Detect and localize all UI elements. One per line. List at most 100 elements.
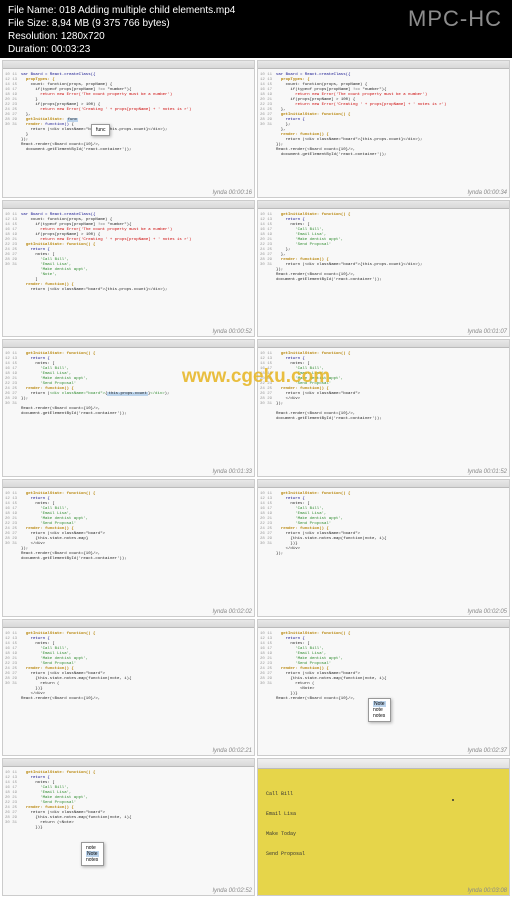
code-line: render: function() {: [26, 527, 74, 531]
code-line: 'Make dentist appt',: [295, 238, 343, 242]
code-editor: 10 11 12 13 14 15 16 17 18 19 20 21 22 2…: [258, 348, 509, 476]
filesize-value: 8,94 MB (9 375 766 bytes): [52, 18, 170, 29]
code-line: return new Error('The count property mus…: [295, 93, 427, 97]
code-line: document.getElementById('react-container…: [276, 417, 382, 421]
thumbnail-3[interactable]: 10 11 12 13 14 15 16 17 18 19 20 21 22 2…: [2, 200, 255, 338]
code-line: return (<div className="board">: [286, 392, 360, 396]
thumbnail-9[interactable]: 10 11 12 13 14 15 16 17 18 19 20 21 22 2…: [2, 619, 255, 757]
resolution-value: 1280x720: [61, 31, 105, 42]
cursor-icon: [452, 799, 454, 801]
code-line: return (<div className="board">: [286, 532, 360, 536]
timestamp: lynda 00:00:34: [468, 190, 507, 196]
tooltip-item[interactable]: Note: [373, 701, 386, 707]
line-gutter: 10 11 12 13 14 15 16 17 18 19 20 21 22 2…: [5, 632, 17, 687]
code-line: if(props[propName] > 100) {: [290, 98, 355, 102]
code-editor: 10 11 12 13 14 15 16 17 18 19 20 21 22 2…: [3, 209, 254, 337]
code-line: 'Call Bill',: [40, 647, 69, 651]
code-line: propTypes: {: [26, 78, 55, 82]
code-line: 'Call Bill',: [295, 367, 324, 371]
code-line: if(typeof props[propName] !== "number"){: [290, 88, 386, 92]
editor-titlebar: [258, 340, 509, 348]
code-line: render: function() {: [26, 667, 74, 671]
code-line: return {: [286, 497, 305, 501]
code-editor: 10 11 12 13 14 15 16 17 18 19 20 21 22 2…: [258, 628, 509, 756]
editor-titlebar: [3, 480, 254, 488]
thumbnail-1[interactable]: 10 11 12 13 14 15 16 17 18 19 20 21 22 2…: [2, 60, 255, 198]
thumbnail-5[interactable]: 10 11 12 13 14 15 16 17 18 19 20 21 22 2…: [2, 339, 255, 477]
code-editor: 10 11 12 13 14 15 16 17 18 19 20 21 22 2…: [258, 488, 509, 616]
code-line: return {: [31, 497, 50, 501]
code-line: getInitialState: function() {: [26, 632, 96, 636]
autocomplete-tooltip[interactable]: Note note notes: [368, 698, 391, 722]
code-line: {this.state.notes.map(function(note, i){: [35, 677, 131, 681]
thumbnail-12[interactable]: Call Bill Email Lisa Make Today Send Pro…: [257, 758, 510, 896]
autocomplete-tooltip[interactable]: note Note notes: [81, 842, 104, 866]
code-line: {this.state.notes.map(function(note, i){: [290, 537, 386, 541]
line-gutter: 10 11 12 13 14 15 16 17 18 19 20 21 22 2…: [5, 771, 17, 826]
filename-value: 018 Adding multiple child elements.mp4: [59, 5, 235, 16]
code-line: render: function() {: [26, 283, 74, 287]
thumbnail-2[interactable]: 10 11 12 13 14 15 16 17 18 19 20 21 22 2…: [257, 60, 510, 198]
tooltip-item[interactable]: notes: [373, 713, 386, 719]
code-line: getInitialState: function() {: [26, 352, 96, 356]
code-line: getInitialState: function() {: [26, 771, 96, 775]
editor-titlebar: [258, 201, 509, 209]
code-line: 'Make dentist appt',: [40, 796, 88, 800]
code-line: var Board = React.createClass({: [21, 73, 95, 77]
line-gutter: 10 11 12 13 14 15 16 17 18 19 20 21 22 2…: [5, 352, 17, 407]
code-line: return (<div className="board">{this.pro…: [31, 392, 170, 396]
tooltip-item[interactable]: notes: [86, 857, 99, 863]
code-line: return {: [286, 118, 305, 122]
thumbnail-11[interactable]: 10 11 12 13 14 15 16 17 18 19 20 21 22 2…: [2, 758, 255, 896]
code-editor: 10 11 12 13 14 15 16 17 18 19 20 21 22 2…: [258, 69, 509, 197]
thumbnail-8[interactable]: 10 11 12 13 14 15 16 17 18 19 20 21 22 2…: [257, 479, 510, 617]
code-line: if(props[propName] > 100) {: [35, 103, 100, 107]
editor-titlebar: [258, 480, 509, 488]
code-line: propTypes: {: [281, 78, 310, 82]
editor-titlebar: [3, 61, 254, 69]
code-line: 'Email Lisa',: [40, 512, 71, 516]
thumbnail-7[interactable]: 10 11 12 13 14 15 16 17 18 19 20 21 22 2…: [2, 479, 255, 617]
code-line: render: function() {: [26, 387, 74, 391]
code-line: notes: [: [35, 781, 54, 785]
code-line: var Board = React.createClass({: [21, 213, 95, 217]
timestamp: lynda 00:00:52: [213, 329, 252, 335]
code-line: getInitialState: function() {: [281, 352, 351, 356]
code-line: getInitialState: function() {: [281, 492, 351, 496]
thumbnail-4[interactable]: 10 11 12 13 14 15 16 17 18 19 20 21 22 2…: [257, 200, 510, 338]
filesize-label: File Size:: [8, 18, 49, 29]
code-line: return (<div className="board">{this.pro…: [31, 288, 168, 292]
code-line: 'Email Lisa',: [295, 233, 326, 237]
thumbnail-6[interactable]: 10 11 12 13 14 15 16 17 18 19 20 21 22 2…: [257, 339, 510, 477]
code-editor: 10 11 12 13 14 15 16 17 18 19 20 21 22 2…: [3, 348, 254, 476]
code-line: return (<div className="board">: [31, 811, 105, 815]
code-line: return new Error('Creating ' + props[pro…: [40, 238, 191, 242]
thumbnail-10[interactable]: 10 11 12 13 14 15 16 17 18 19 20 21 22 2…: [257, 619, 510, 757]
code-line: {this.state.notes.map}: [35, 537, 88, 541]
code-line: notes: [: [35, 253, 54, 257]
code-line: React.render(<Board count={10}/>,: [276, 148, 355, 152]
autocomplete-tooltip[interactable]: func: [91, 124, 110, 136]
code-line: 'Call Bill',: [40, 786, 69, 790]
code-line: 'Make dentist appt',: [295, 657, 343, 661]
code-line: if(typeof props[propName] !== "number"){: [35, 88, 131, 92]
code-line: getInitialState: function() {: [26, 492, 96, 496]
code-line: render: function() {: [281, 387, 329, 391]
code-line: return {: [31, 776, 50, 780]
code-line: getInitialState: function() {: [281, 632, 351, 636]
code-line: 'Call Bill',: [295, 507, 324, 511]
code-line: render:: [26, 123, 43, 127]
code-line: count: function(props, propName) {: [286, 83, 368, 87]
code-line: 'Send Proposal': [40, 801, 76, 805]
editor-titlebar: [3, 340, 254, 348]
code-line: getInitialState: function() {: [26, 243, 96, 247]
timestamp: lynda 00:01:33: [213, 469, 252, 475]
code-line: React.render(<Board count={10}/>,: [21, 697, 100, 701]
code-line: <Note>: [300, 687, 314, 691]
code-line: notes: [: [290, 502, 309, 506]
line-gutter: 10 11 12 13 14 15 16 17 18 19 20 21 22 2…: [5, 213, 17, 268]
editor-titlebar: [258, 620, 509, 628]
line-gutter: 10 11 12 13 14 15 16 17 18 19 20 21 22 2…: [260, 632, 272, 687]
code-line: return new Error('The count property mus…: [40, 93, 172, 97]
duration-row: Duration: 00:03:23: [8, 43, 504, 56]
